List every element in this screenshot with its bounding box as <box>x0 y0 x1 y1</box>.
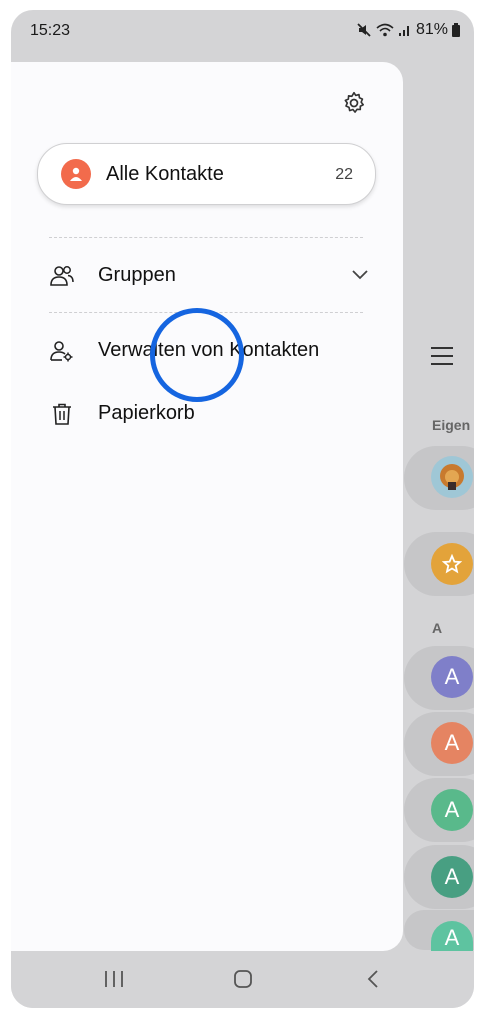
all-contacts-count: 22 <box>335 166 353 183</box>
signal-icon <box>398 26 409 36</box>
navigation-drawer: Alle Kontakte 22 Gruppen Verwalten von K… <box>11 62 403 951</box>
settings-gear-icon[interactable] <box>341 90 367 116</box>
drawer-item-groups[interactable]: Gruppen <box>49 255 369 295</box>
drawer-item-label: Gruppen <box>98 264 176 286</box>
section-header-a: A <box>432 620 443 636</box>
status-bar: 15:23 81% <box>11 10 474 50</box>
phone-screen: 15:23 81% Eigen A A A A A A Alle Kontakt… <box>11 10 474 1008</box>
all-contacts-button[interactable]: Alle Kontakte 22 <box>37 143 376 205</box>
home-icon[interactable] <box>233 969 253 989</box>
person-icon <box>70 167 82 181</box>
system-navigation-bar <box>11 951 474 1008</box>
all-contacts-avatar <box>61 159 91 189</box>
contact-avatar: A <box>431 789 473 831</box>
contact-avatar: A <box>431 722 473 764</box>
profile-avatar <box>431 456 473 498</box>
groups-icon <box>50 266 74 286</box>
trash-icon <box>53 403 71 425</box>
drawer-item-label: Papierkorb <box>98 402 195 424</box>
battery-percent: 81% <box>415 21 448 38</box>
hamburger-menu-icon[interactable] <box>431 347 453 365</box>
mute-icon <box>357 23 371 37</box>
recent-apps-icon[interactable] <box>103 969 125 989</box>
back-icon[interactable] <box>365 969 381 989</box>
favorites-avatar <box>431 543 473 585</box>
star-icon <box>442 554 462 574</box>
contact-avatar: A <box>431 856 473 898</box>
all-contacts-label: Alle Kontakte <box>106 163 224 185</box>
status-icons: 81% <box>356 21 460 39</box>
status-time: 15:23 <box>30 22 71 39</box>
chevron-down-icon[interactable] <box>351 267 369 281</box>
manage-contacts-icon <box>50 341 73 362</box>
lion-avatar-icon <box>440 464 464 490</box>
section-header-own-profile: Eigen <box>432 417 471 433</box>
tap-indicator-circle <box>150 308 244 402</box>
battery-icon <box>452 23 460 37</box>
divider <box>49 237 363 238</box>
wifi-icon <box>376 23 394 37</box>
contact-avatar: A <box>431 656 473 698</box>
